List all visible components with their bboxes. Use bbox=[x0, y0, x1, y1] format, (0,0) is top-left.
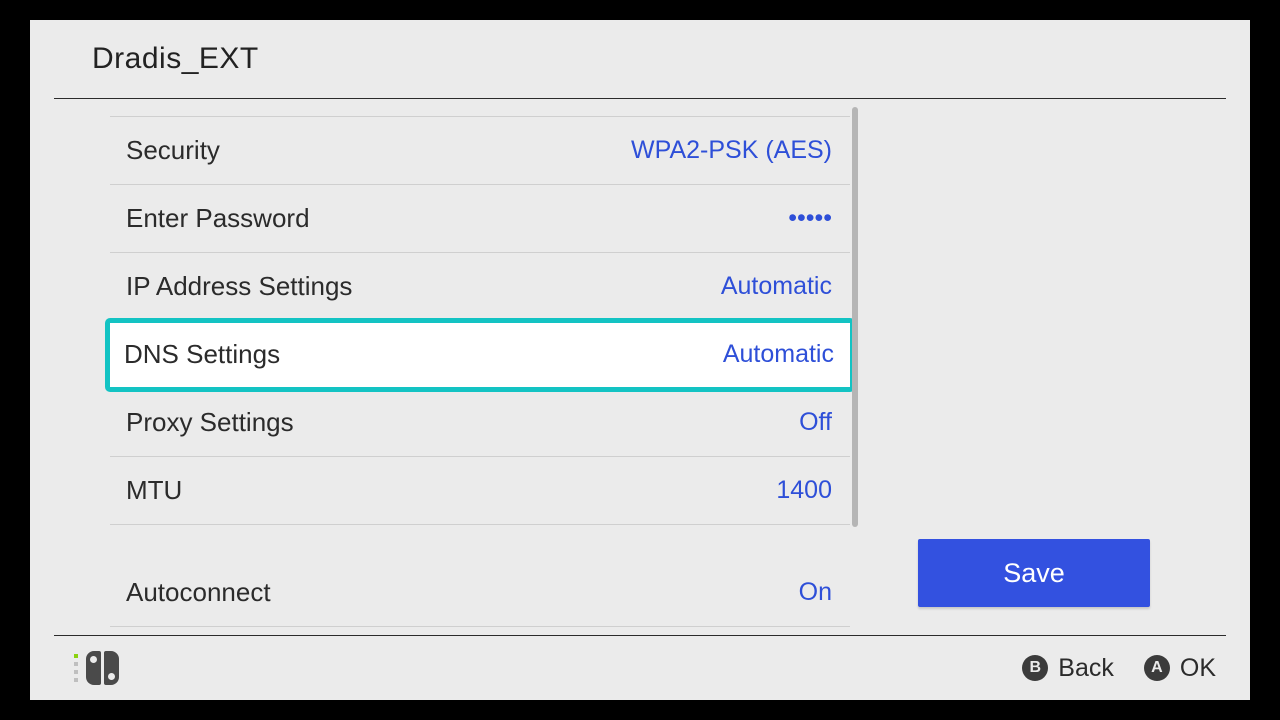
settings-list[interactable]: SSID Dradis_EXT Security WPA2-PSK (AES) … bbox=[30, 99, 860, 627]
row-label: Proxy Settings bbox=[126, 407, 294, 438]
save-button-label: Save bbox=[1003, 558, 1065, 589]
save-button[interactable]: Save bbox=[918, 539, 1150, 607]
list-gap bbox=[110, 525, 850, 559]
row-value: WPA2-PSK (AES) bbox=[631, 136, 832, 165]
settings-scrollbar[interactable] bbox=[852, 99, 858, 635]
row-mtu[interactable]: MTU 1400 bbox=[110, 457, 850, 525]
row-value: On bbox=[799, 578, 832, 607]
row-label: Autoconnect bbox=[126, 577, 271, 608]
settings-list-viewport: SSID Dradis_EXT Security WPA2-PSK (AES) … bbox=[30, 99, 860, 635]
row-value: 1400 bbox=[776, 476, 832, 505]
footer-bar: B Back A OK bbox=[30, 636, 1250, 700]
row-label: Security bbox=[126, 135, 220, 166]
hint-ok: A OK bbox=[1144, 654, 1216, 683]
hint-back-label: Back bbox=[1058, 654, 1114, 683]
row-label: IP Address Settings bbox=[126, 271, 352, 302]
row-proxy-settings[interactable]: Proxy Settings Off bbox=[110, 389, 850, 457]
row-value: ••••• bbox=[788, 204, 832, 233]
a-button-icon: A bbox=[1144, 655, 1170, 681]
right-pane: Save bbox=[860, 99, 1250, 635]
row-value: Automatic bbox=[721, 272, 832, 301]
page-header: Dradis_EXT bbox=[30, 20, 1250, 98]
scrollbar-thumb[interactable] bbox=[852, 107, 858, 527]
row-value: Off bbox=[799, 408, 832, 437]
row-label: MTU bbox=[126, 475, 182, 506]
controller-indicator bbox=[74, 651, 119, 685]
row-value: Automatic bbox=[723, 340, 834, 369]
row-ssid[interactable]: SSID Dradis_EXT bbox=[110, 99, 850, 117]
hint-ok-label: OK bbox=[1180, 654, 1216, 683]
row-label: Enter Password bbox=[126, 203, 310, 234]
row-autoconnect[interactable]: Autoconnect On bbox=[110, 559, 850, 627]
b-button-icon: B bbox=[1022, 655, 1048, 681]
row-label: DNS Settings bbox=[124, 339, 280, 370]
row-dns-settings[interactable]: DNS Settings Automatic bbox=[108, 321, 852, 389]
row-security[interactable]: Security WPA2-PSK (AES) bbox=[110, 117, 850, 185]
hint-back: B Back bbox=[1022, 654, 1114, 683]
content-area: SSID Dradis_EXT Security WPA2-PSK (AES) … bbox=[30, 99, 1250, 635]
row-ip-address-settings[interactable]: IP Address Settings Automatic bbox=[110, 253, 850, 321]
row-enter-password[interactable]: Enter Password ••••• bbox=[110, 185, 850, 253]
joycon-pair-icon bbox=[86, 651, 119, 685]
page-title: Dradis_EXT bbox=[92, 42, 259, 76]
controller-dots-icon bbox=[74, 654, 78, 683]
button-hints: B Back A OK bbox=[1022, 654, 1216, 683]
